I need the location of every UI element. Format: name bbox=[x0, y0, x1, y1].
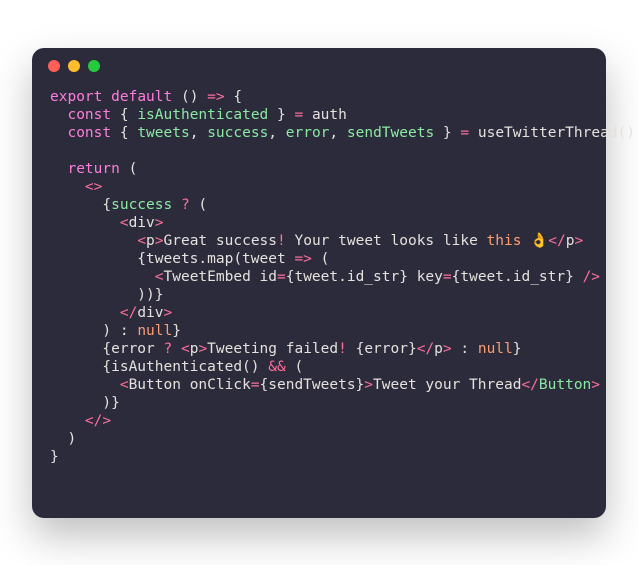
code-line: ) bbox=[50, 431, 76, 447]
code-line: return ( bbox=[50, 161, 137, 177]
minimize-icon[interactable] bbox=[68, 60, 80, 72]
code-line: <> bbox=[50, 179, 102, 195]
code-line: <p>Great success! Your tweet looks like … bbox=[50, 233, 583, 249]
code-line: {isAuthenticated() && ( bbox=[50, 359, 303, 375]
code-line: const { tweets, success, error, sendTwee… bbox=[50, 125, 635, 141]
code-line: )} bbox=[50, 395, 120, 411]
code-line: </div> bbox=[50, 305, 172, 321]
code-line: <Button onClick={sendTweets}>Tweet your … bbox=[50, 377, 600, 393]
code-line: } bbox=[50, 449, 59, 465]
code-line: const { isAuthenticated } = auth bbox=[50, 107, 347, 123]
maximize-icon[interactable] bbox=[88, 60, 100, 72]
code-window: export default () => { const { isAuthent… bbox=[32, 48, 606, 518]
code-block: export default () => { const { isAuthent… bbox=[32, 84, 606, 484]
code-line: ))} bbox=[50, 287, 164, 303]
code-line: {error ? <p>Tweeting failed! {error}</p>… bbox=[50, 341, 522, 357]
code-line: export default () => { bbox=[50, 89, 242, 105]
code-line: <TweetEmbed id={tweet.id_str} key={tweet… bbox=[50, 269, 600, 285]
code-line: <div> bbox=[50, 215, 164, 231]
window-titlebar bbox=[32, 48, 606, 84]
code-line: ) : null} bbox=[50, 323, 181, 339]
code-line: {tweets.map(tweet => ( bbox=[50, 251, 329, 267]
code-line: </> bbox=[50, 413, 111, 429]
code-line: {success ? ( bbox=[50, 197, 207, 213]
close-icon[interactable] bbox=[48, 60, 60, 72]
